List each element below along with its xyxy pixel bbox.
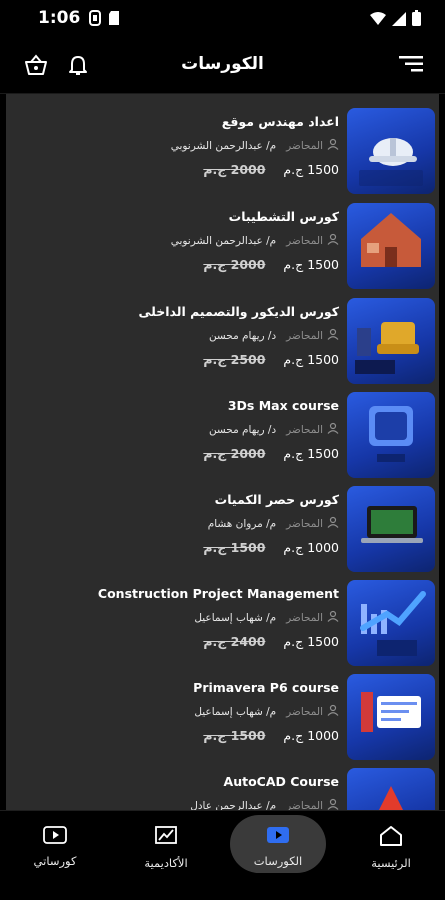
course-price: 1500 ج.م <box>283 634 339 649</box>
person-icon <box>327 610 339 625</box>
course-price: 1500 ج.م <box>283 352 339 367</box>
instructor-name: م/ شهاب إسماعيل <box>194 611 277 624</box>
course-thumbnail <box>347 298 435 384</box>
course-list[interactable]: اعداد مهندس موقع المحاضر م/ عبدالرحمن ال… <box>6 94 439 810</box>
nav-item-academy[interactable]: الأكاديمية <box>121 825 211 870</box>
app-bar: الكورسات <box>0 36 445 94</box>
person-icon <box>327 328 339 343</box>
person-icon <box>327 516 339 531</box>
course-old-price: 2000 ج.م <box>203 446 266 461</box>
nav-label: الأكاديمية <box>144 856 188 870</box>
course-card[interactable]: كورس حصر الكميات المحاضر م/ مروان هشام 1… <box>98 486 435 572</box>
course-price: 1000 ج.م <box>283 728 339 743</box>
nav-item-courses[interactable]: الكورسات <box>233 825 323 868</box>
sd-card-icon <box>108 10 120 30</box>
home-icon <box>379 826 403 851</box>
course-price: 1500 ج.م <box>283 257 339 272</box>
person-icon <box>327 233 339 248</box>
instructor-label: المحاضر <box>286 517 323 530</box>
course-title: Primavera P6 course <box>193 680 339 695</box>
instructor-name: م/ عبدالرحمن الشرنوبي <box>170 234 277 247</box>
course-old-price: 2500 ج.م <box>203 352 266 367</box>
course-old-price: 1500 ج.م <box>203 728 266 743</box>
person-icon <box>327 704 339 719</box>
instructor-label: المحاضر <box>286 611 323 624</box>
person-icon <box>327 798 339 810</box>
course-card[interactable]: AutoCAD Course المحاضر م/ عبدالرحمن عادل <box>98 768 435 810</box>
course-thumbnail <box>347 203 435 289</box>
battery-icon <box>412 10 421 30</box>
instructor-name: د/ ريهام محسن <box>208 423 277 436</box>
instructor-label: المحاضر <box>286 234 323 247</box>
instructor-name: د/ ريهام محسن <box>208 329 277 342</box>
nav-label: الكورسات <box>253 854 303 868</box>
course-title: كورس حصر الكميات <box>214 492 339 507</box>
instructor-label: المحاضر <box>286 705 323 718</box>
page-title: الكورسات <box>181 54 264 74</box>
instructor-label: المحاضر <box>286 139 323 152</box>
course-thumbnail <box>347 768 435 810</box>
course-card[interactable]: 3Ds Max course المحاضر د/ ريهام محسن 150… <box>98 392 435 478</box>
course-old-price: 2000 ج.م <box>203 162 266 177</box>
instructor-name: م/ عبدالرحمن عادل <box>190 799 277 811</box>
nav-item-home[interactable]: الرئيسية <box>346 825 436 870</box>
course-title: اعداد مهندس موقع <box>221 114 339 129</box>
course-title: Construction Project Management <box>97 586 339 601</box>
wifi-icon <box>370 11 386 30</box>
instructor-label: المحاضر <box>286 329 323 342</box>
course-thumbnail <box>347 674 435 760</box>
instructor-name: م/ عبدالرحمن الشرنوبي <box>170 139 277 152</box>
my-video-icon <box>43 826 67 849</box>
course-old-price: 2400 ج.م <box>203 634 266 649</box>
nav-label: كورساتي <box>33 854 77 868</box>
android-d-icon <box>88 10 102 30</box>
instructor-name: م/ مروان هشام <box>207 517 277 530</box>
course-title: 3Ds Max course <box>227 398 339 413</box>
signal-icon <box>392 11 406 30</box>
course-title: كورس التشطيبات <box>228 209 339 224</box>
course-card[interactable]: Primavera P6 course المحاضر م/ شهاب إسما… <box>98 674 435 760</box>
course-card[interactable]: كورس الديكور والتصميم الداخلى المحاضر د/… <box>98 298 435 384</box>
instructor-name: م/ شهاب إسماعيل <box>194 705 277 718</box>
person-icon <box>327 422 339 437</box>
course-old-price: 2000 ج.م <box>203 257 266 272</box>
course-price: 1500 ج.م <box>283 446 339 461</box>
course-price: 1500 ج.م <box>283 162 339 177</box>
chart-board-icon <box>154 826 178 851</box>
menu-icon[interactable] <box>399 56 423 76</box>
course-card[interactable]: اعداد مهندس موقع المحاضر م/ عبدالرحمن ال… <box>98 108 435 194</box>
course-title: AutoCAD Course <box>223 774 339 789</box>
course-thumbnail <box>347 108 435 194</box>
status-time: 1:06 <box>38 8 81 28</box>
course-old-price: 1500 ج.م <box>203 540 266 555</box>
course-thumbnail <box>347 486 435 572</box>
nav-item-my-courses[interactable]: كورساتي <box>10 825 100 868</box>
nav-label: الرئيسية <box>371 856 411 870</box>
course-price: 1000 ج.م <box>283 540 339 555</box>
course-title: كورس الديكور والتصميم الداخلى <box>138 304 340 319</box>
course-card[interactable]: Construction Project Management المحاضر … <box>98 580 435 666</box>
person-icon <box>327 138 339 153</box>
play-video-icon <box>266 827 290 849</box>
course-thumbnail <box>347 580 435 666</box>
bottom-nav: الرئيسية الكورسات الأكاديمية كورساتي <box>0 810 445 900</box>
status-bar: 1:06 <box>0 0 445 36</box>
course-card[interactable]: كورس التشطيبات المحاضر م/ عبدالرحمن الشر… <box>98 203 435 289</box>
instructor-label: المحاضر <box>286 423 323 436</box>
instructor-label: المحاضر <box>286 799 323 811</box>
course-thumbnail <box>347 392 435 478</box>
